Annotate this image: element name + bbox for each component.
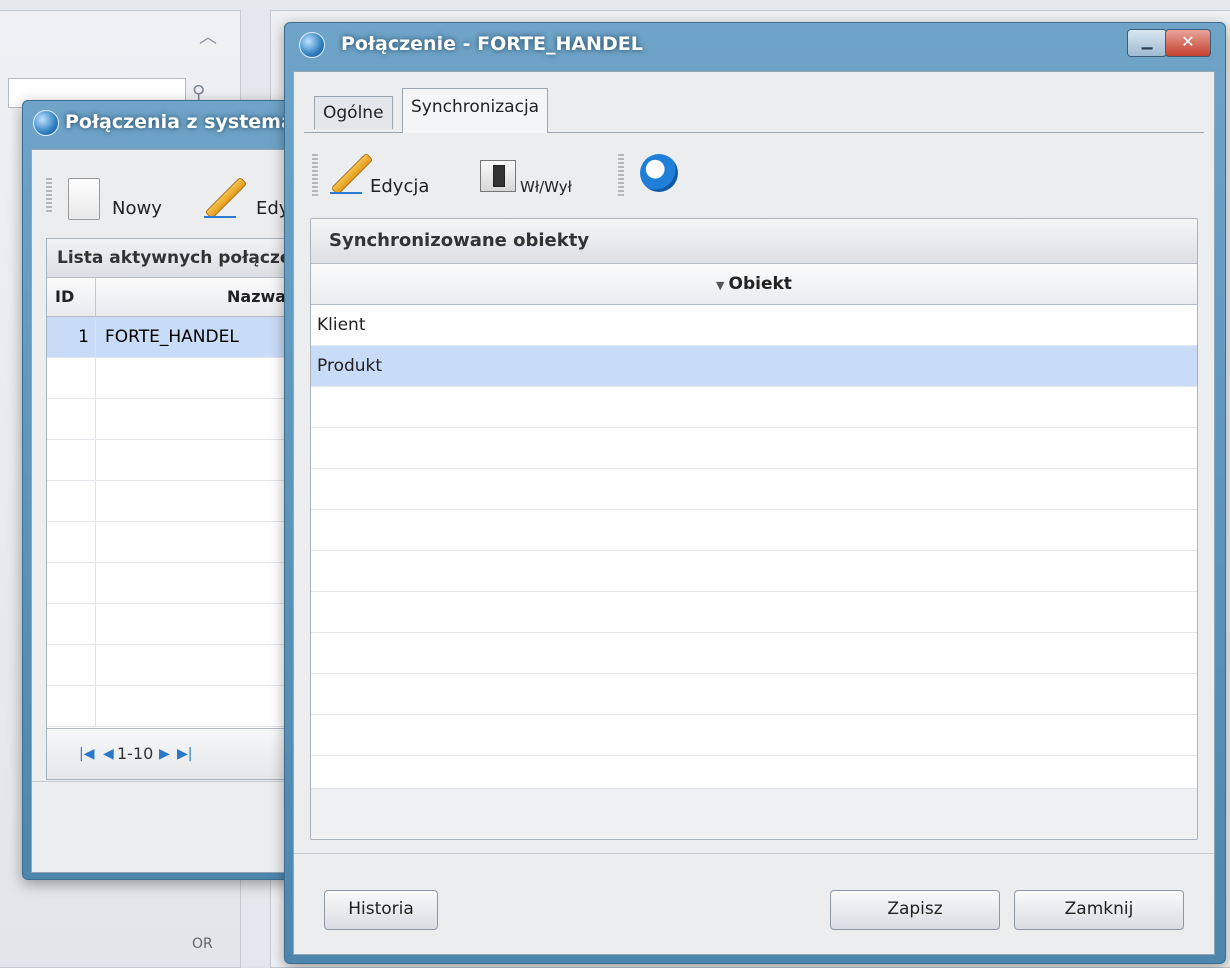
last-page-icon[interactable]: ▶| bbox=[177, 729, 192, 779]
globe-icon bbox=[33, 110, 59, 136]
table-row[interactable] bbox=[311, 469, 1197, 510]
minimize-button[interactable]: ▁ bbox=[1127, 29, 1167, 57]
edit-button-label: Edycja bbox=[370, 176, 430, 197]
globe-icon bbox=[299, 32, 325, 58]
background-or-label: OR bbox=[192, 936, 213, 952]
history-button[interactable]: Historia bbox=[324, 890, 438, 930]
cell-name: FORTE_HANDEL bbox=[105, 327, 239, 347]
refresh-icon[interactable] bbox=[640, 154, 678, 192]
sync-toolbar: Edycja Wł/Wył bbox=[310, 150, 1190, 206]
table-row[interactable] bbox=[311, 592, 1197, 633]
new-document-icon bbox=[68, 178, 100, 220]
table-row[interactable] bbox=[311, 387, 1197, 428]
switch-icon bbox=[480, 160, 516, 192]
table-row[interactable] bbox=[311, 428, 1197, 469]
table-row[interactable]: Klient bbox=[311, 305, 1197, 346]
column-header-name[interactable]: Nazwa bbox=[227, 278, 286, 316]
sort-desc-icon: ▼ bbox=[716, 279, 725, 292]
objects-panel-footer bbox=[311, 788, 1197, 839]
new-button-label: Nowy bbox=[112, 198, 162, 219]
column-header-id[interactable]: ID bbox=[55, 278, 74, 316]
cell-id: 1 bbox=[78, 327, 89, 347]
close-window-button[interactable]: ✕ bbox=[1165, 29, 1211, 57]
connection-dialog-titlebar[interactable]: Połączenie - FORTE_HANDEL bbox=[285, 23, 1225, 65]
prev-page-icon[interactable]: ◀ bbox=[103, 729, 114, 779]
close-button[interactable]: Zamknij bbox=[1014, 890, 1184, 930]
table-row[interactable] bbox=[311, 633, 1197, 674]
connection-dialog-title: Połączenie - FORTE_HANDEL bbox=[341, 33, 643, 55]
toolbar-grip[interactable] bbox=[618, 154, 624, 198]
toolbar-grip[interactable] bbox=[312, 154, 318, 198]
tab-synchronization[interactable]: Synchronizacja bbox=[402, 88, 549, 133]
pencil-icon bbox=[204, 176, 248, 220]
connection-dialog-body: Ogólne Synchronizacja Edycja Wł/Wył Sync… bbox=[293, 71, 1215, 955]
toggle-button-label: Wł/Wył bbox=[520, 178, 572, 196]
first-page-icon[interactable]: |◀ bbox=[79, 729, 94, 779]
page-range: 1-10 bbox=[117, 744, 154, 763]
column-header-object-label: Obiekt bbox=[728, 274, 792, 294]
toolbar-grip[interactable] bbox=[46, 178, 52, 214]
table-row[interactable] bbox=[311, 551, 1197, 592]
objects-panel-title: Synchronizowane obiekty bbox=[311, 219, 1197, 264]
pencil-icon bbox=[330, 152, 374, 196]
collapse-up-icon[interactable]: ︿ bbox=[190, 23, 226, 49]
table-row[interactable] bbox=[311, 674, 1197, 715]
table-row[interactable] bbox=[311, 715, 1197, 756]
connection-dialog: Połączenie - FORTE_HANDEL ▁ ✕ Ogólne Syn… bbox=[284, 22, 1226, 964]
table-row[interactable]: Produkt bbox=[311, 346, 1197, 387]
save-button[interactable]: Zapisz bbox=[830, 890, 1000, 930]
next-page-icon[interactable]: ▶ bbox=[159, 729, 170, 779]
tab-general[interactable]: Ogólne bbox=[314, 96, 393, 129]
column-header-object[interactable]: ▼ Obiekt bbox=[311, 264, 1197, 305]
dialog-button-bar: Historia Zapisz Zamknij bbox=[294, 853, 1214, 954]
synchronized-objects-panel: Synchronizowane obiekty ▼ Obiekt Klient P… bbox=[310, 218, 1198, 840]
table-row[interactable] bbox=[311, 510, 1197, 551]
